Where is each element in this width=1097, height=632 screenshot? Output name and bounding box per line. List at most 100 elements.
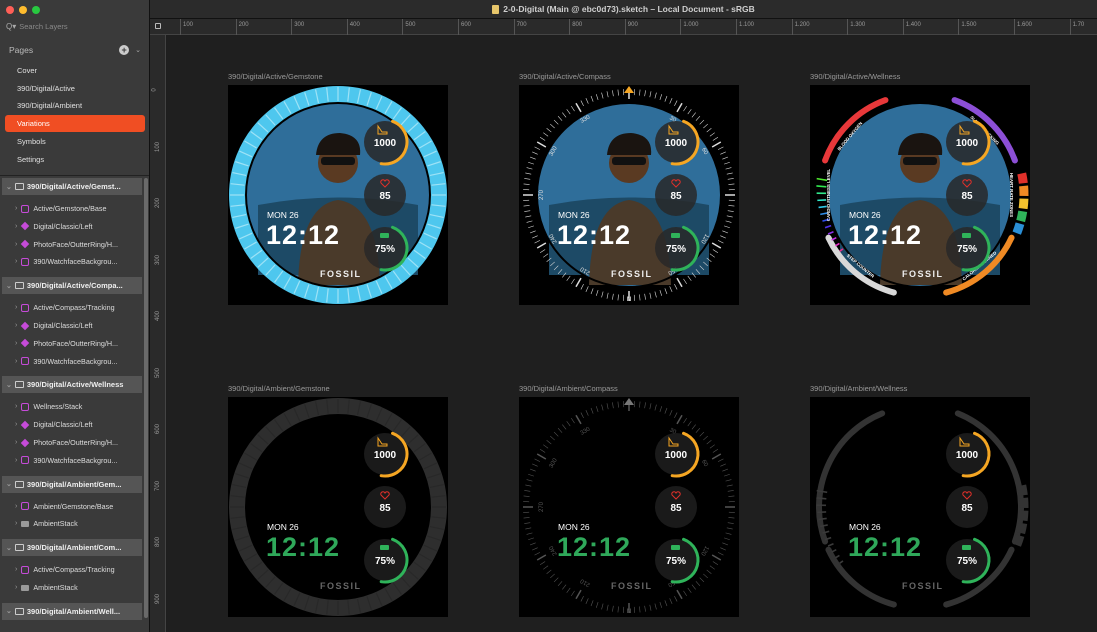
page-item[interactable]: Variations (5, 115, 145, 133)
page-item[interactable]: Symbols (5, 133, 145, 150)
page-item[interactable]: 390/Digital/Active (5, 80, 145, 97)
compass-tick (539, 561, 546, 565)
layer-group-artboard[interactable]: ⌄ 390/Digital/Active/Wellness (2, 376, 142, 394)
layer-group-artboard[interactable]: ⌄ 390/Digital/Active/Gemst... (2, 178, 142, 195)
compass-tick (546, 569, 552, 574)
page-item[interactable]: Cover (5, 62, 145, 79)
compass-tick (644, 90, 646, 97)
expand-chevron-icon[interactable]: ⌄ (6, 381, 12, 389)
minimize-button[interactable] (19, 6, 27, 14)
layer-item[interactable]: › Digital/Classic/Left (15, 317, 92, 334)
compass-tick (525, 172, 532, 175)
battery-icon (671, 545, 680, 550)
expand-chevron-icon[interactable]: ⌄ (6, 480, 12, 488)
expand-chevron-icon[interactable]: › (15, 258, 17, 265)
collapse-pages-chevron-icon[interactable]: ⌄ (135, 46, 141, 54)
artboard-compass-active[interactable]: 30 60 120 150 210 240 270 300 330 N 1000 85 75% MON 2… (519, 85, 739, 305)
expand-chevron-icon[interactable]: ⌄ (6, 544, 12, 552)
page-item[interactable]: Settings (5, 151, 145, 168)
expand-chevron-icon[interactable]: ⌄ (6, 607, 12, 615)
artboard-wellness-ambient[interactable]: 1000 85 75% MON 26 12:12 FOSSIL (810, 397, 1030, 617)
compass-tick (639, 89, 641, 96)
compass-tick (706, 440, 712, 445)
compass-tick (706, 128, 712, 133)
layer-group-artboard[interactable]: ⌄ 390/Digital/Ambient/Well... (2, 602, 142, 620)
artboard-title[interactable]: 390/Digital/Ambient/Compass (519, 384, 618, 393)
artboard-compass-ambient[interactable]: 30 60 120 150 210 240 270 300 330 N 1000 85 75% MON 2… (519, 397, 739, 617)
layer-item[interactable]: › Active/Gemstone/Base (15, 200, 106, 217)
compass-tick (534, 146, 541, 150)
expand-chevron-icon[interactable]: › (15, 503, 17, 510)
artboard-title[interactable]: 390/Digital/Ambient/Wellness (810, 384, 907, 393)
layer-item[interactable]: › 390/WatchfaceBackgrou... (15, 253, 117, 270)
artboard-gemstone-active[interactable]: 1000 85 75% MON 26 12:12 FOSSIL (228, 85, 448, 305)
layer-item[interactable]: › Wellness/Stack (15, 398, 82, 415)
layer-group-artboard[interactable]: ⌄ 390/Digital/Active/Compa... (2, 277, 142, 295)
page-item[interactable]: 390/Digital/Ambient (5, 97, 145, 114)
expand-chevron-icon[interactable]: › (15, 358, 17, 365)
compass-tick (691, 112, 696, 118)
add-page-icon[interactable]: + (119, 45, 130, 55)
expand-chevron-icon[interactable]: › (15, 340, 17, 347)
artboard-title[interactable]: 390/Digital/Active/Gemstone (228, 72, 323, 81)
expand-chevron-icon[interactable]: › (15, 421, 17, 428)
zoom-button[interactable] (32, 6, 40, 14)
layer-item[interactable]: › PhotoFace/OutterRing/H... (15, 335, 118, 352)
compass-tick (669, 598, 673, 604)
heart-rate-zone-block (1018, 198, 1029, 210)
compass-tick (526, 479, 533, 482)
search-layers-field[interactable]: Q▾ Search Layers (6, 22, 68, 31)
ruler-tick-label: 0 (151, 88, 158, 92)
layer-item[interactable]: › 390/WatchfaceBackgrou... (15, 452, 117, 469)
artboard-wellness-active[interactable]: BLOOD OXYGEN SLEEP TRACKING HEART RATE ZON… (810, 85, 1030, 305)
layer-label: Active/Gemstone/Base (33, 204, 107, 213)
artboard-title[interactable]: 390/Digital/Active/Wellness (810, 72, 900, 81)
expand-chevron-icon[interactable]: › (15, 584, 17, 591)
expand-chevron-icon[interactable]: ⌄ (6, 183, 12, 191)
canvas[interactable]: 390/Digital/Active/Gemstone 1000 85 75% MON … (167, 36, 1097, 632)
compass-tick (523, 495, 530, 497)
compass-tick (523, 517, 530, 519)
artboard-gemstone-ambient[interactable]: 1000 85 75% MON 26 12:12 FOSSIL (228, 397, 448, 617)
expand-chevron-icon[interactable]: › (15, 520, 17, 527)
layer-item[interactable]: › Ambient/Gemstone/Base (15, 498, 113, 515)
time-label: 12:12 (848, 532, 922, 562)
compass-degree-label: 300 (549, 457, 560, 469)
expand-chevron-icon[interactable]: ⌄ (6, 282, 12, 290)
expand-chevron-icon[interactable]: › (15, 205, 17, 212)
expand-chevron-icon[interactable]: › (15, 241, 17, 248)
expand-chevron-icon[interactable]: › (15, 566, 17, 573)
artboard-title[interactable]: 390/Digital/Ambient/Gemstone (228, 384, 330, 393)
layer-group-artboard[interactable]: ⌄ 390/Digital/Ambient/Gem... (2, 475, 142, 493)
layer-item[interactable]: › PhotoFace/OutterRing/H... (15, 236, 118, 253)
layer-group-artboard[interactable]: ⌄ 390/Digital/Ambient/Com... (2, 539, 142, 557)
expand-chevron-icon[interactable]: › (15, 322, 17, 329)
compass-tick (523, 183, 530, 185)
battery-icon (962, 545, 971, 550)
close-button[interactable] (6, 6, 14, 14)
layer-item[interactable]: › Digital/Classic/Left (15, 416, 92, 433)
layer-item[interactable]: › Active/Compass/Tracking (15, 299, 115, 316)
horizontal-ruler[interactable]: 100 200 300 400 500 600 700 800 900 1.000 1.100 1.2… (150, 19, 1097, 35)
ruler-tick-label: 1.500 (961, 22, 977, 28)
compass-tick (727, 210, 734, 212)
vertical-ruler[interactable]: 0 100 200 300 400 500 600 700 800 900 (150, 35, 166, 632)
layer-item[interactable]: › PhotoFace/OutterRing/H... (15, 434, 118, 451)
layer-item[interactable]: › AmbientStack (15, 515, 78, 532)
artboard-title[interactable]: 390/Digital/Active/Compass (519, 72, 611, 81)
expand-chevron-icon[interactable]: › (15, 439, 17, 446)
lock-icon[interactable] (155, 23, 161, 29)
compass-tick (585, 98, 589, 104)
expand-chevron-icon[interactable]: › (15, 223, 17, 230)
layer-item[interactable]: › Active/Compass/Tracking (15, 561, 115, 578)
layer-item[interactable]: › Digital/Classic/Left (15, 218, 92, 235)
layer-item[interactable]: › AmbientStack (15, 579, 78, 596)
layer-group-label: 390/Digital/Active/Gemst... (26, 182, 121, 191)
compass-tick (717, 552, 724, 556)
sidebar-scrollbar[interactable] (144, 178, 148, 618)
expand-chevron-icon[interactable]: › (15, 457, 17, 464)
layer-item[interactable]: › 390/WatchfaceBackgrou... (15, 353, 117, 370)
expand-chevron-icon[interactable]: › (15, 403, 17, 410)
compass-tick (553, 119, 559, 125)
expand-chevron-icon[interactable]: › (15, 304, 17, 311)
